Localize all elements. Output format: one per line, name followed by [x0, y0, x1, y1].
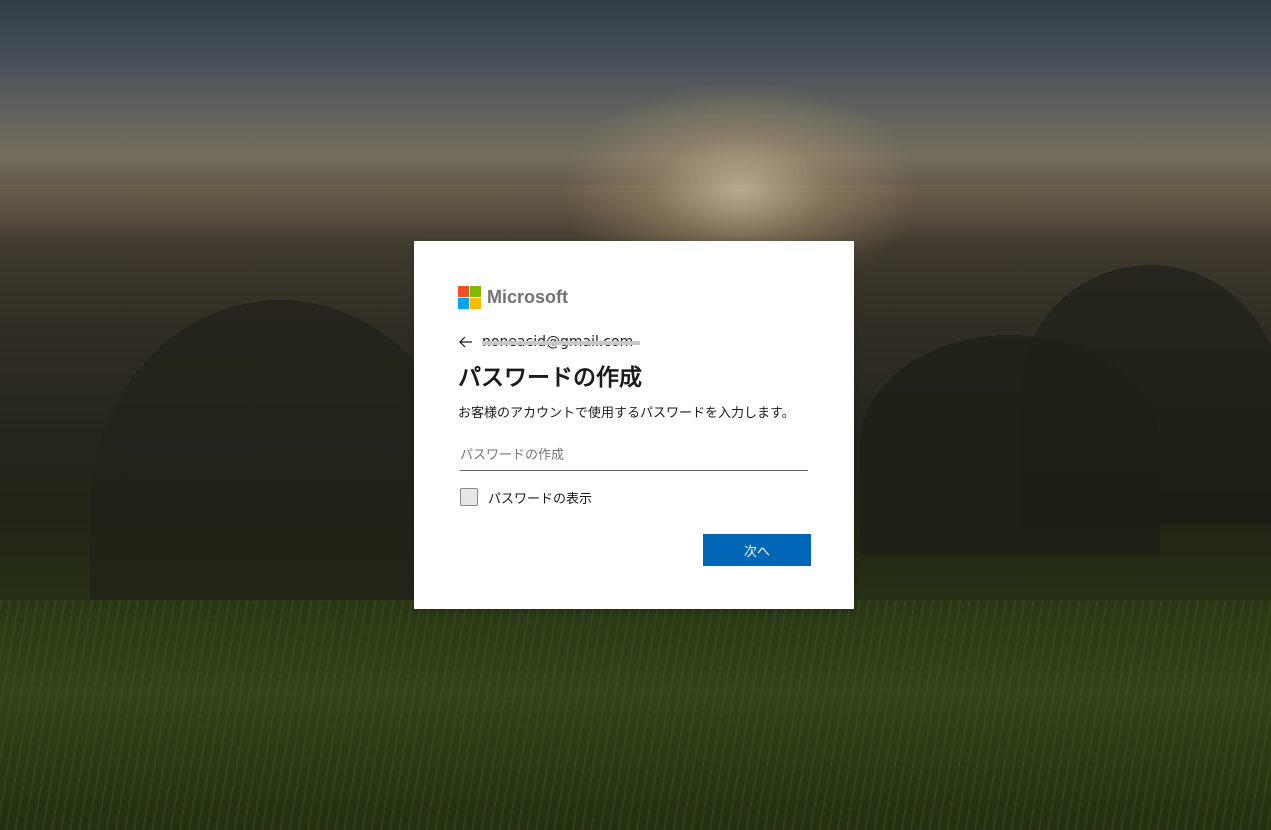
page-description: お客様のアカウントで使用するパスワードを入力します。 — [458, 406, 795, 421]
show-password-checkbox[interactable] — [460, 488, 478, 506]
identity-email: noneacid@gmail.com — [482, 334, 640, 350]
sign-in-card: Microsoft noneacid@gmail.com パスワードの作成 お客… — [414, 241, 854, 609]
page-title: パスワードの作成 — [458, 365, 642, 391]
logo-square-blue — [458, 297, 469, 309]
next-button[interactable]: 次へ — [703, 534, 811, 566]
show-password-label[interactable]: パスワードの表示 — [488, 488, 592, 507]
password-input[interactable] — [460, 441, 808, 471]
logo-square-red — [458, 285, 469, 297]
microsoft-logo-icon — [458, 285, 481, 309]
logo-square-yellow — [470, 297, 481, 309]
brand-header: Microsoft — [458, 285, 810, 309]
redaction-bar — [482, 341, 640, 345]
brand-name: Microsoft — [487, 286, 568, 307]
logo-square-green — [470, 285, 481, 297]
identity-banner: noneacid@gmail.com — [458, 330, 810, 354]
button-row: 次へ — [458, 534, 811, 566]
show-password-row[interactable]: パスワードの表示 — [460, 485, 810, 509]
back-arrow-icon[interactable] — [458, 334, 474, 350]
